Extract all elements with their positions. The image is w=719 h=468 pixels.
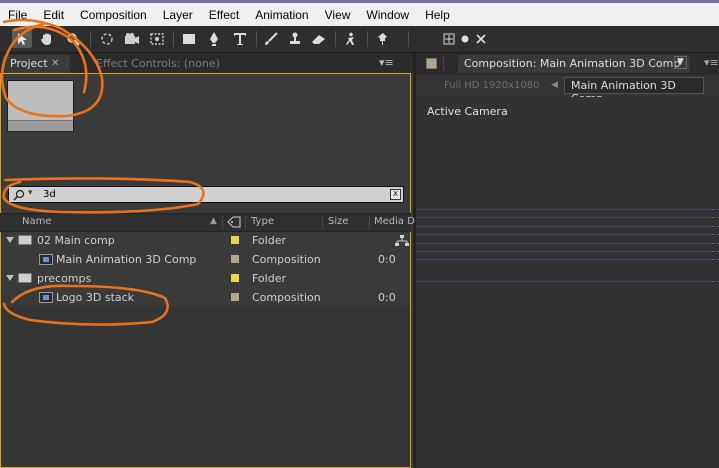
- annotation-circle-logo: [2, 284, 169, 326]
- annotation-circle-tools: [0, 18, 104, 118]
- annotation-circle-search: [2, 177, 205, 214]
- annotation-stroke-tools: [12, 25, 88, 94]
- annotation-overlay: [0, 18, 205, 326]
